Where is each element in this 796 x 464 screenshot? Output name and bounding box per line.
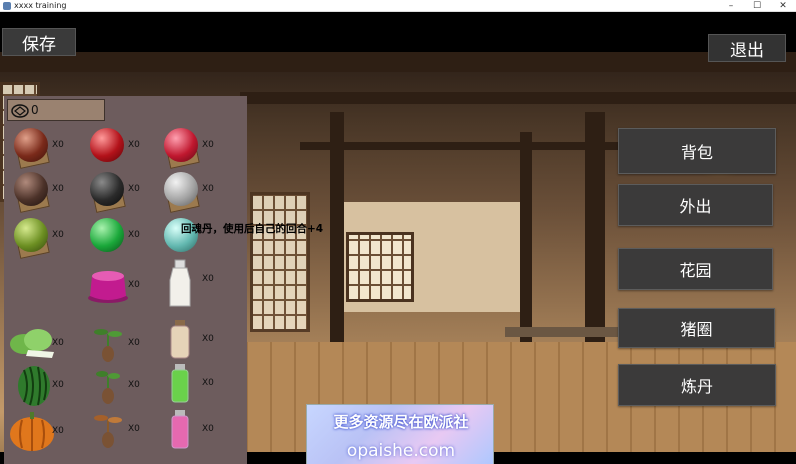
item-quantity: X0 [128,338,140,348]
pink-potion-icon [158,408,200,450]
window-controls: – ☐ ✕ [718,0,796,12]
red-orb-icon [84,124,126,166]
item-quantity: X0 [202,424,214,434]
cream-bottle-icon [158,318,200,360]
item-tooltip: 回魂丹，使用后自己的回合+4 [181,223,324,235]
money-display: 0 [7,99,105,121]
maximize-button[interactable]: ☐ [744,0,770,12]
sprout-icon [84,408,126,450]
seedling-icon [84,364,126,406]
save-button[interactable]: 保存 [2,28,76,56]
item-quantity: X0 [52,426,64,436]
item-quantity: X0 [128,184,140,194]
inventory-slot[interactable]: X0 [82,406,154,450]
inventory-slot[interactable]: X0 [156,256,228,307]
inventory-slot[interactable]: X0 [82,212,154,256]
inventory-panel: 0 X0 X0 X0 X0 X0 X0 X0 X0 X0 X0 X0 X0 X0… [4,96,247,464]
item-quantity: X0 [202,274,214,284]
item-quantity: X0 [128,424,140,434]
inventory-slot[interactable]: X0 [82,122,154,166]
alchemy-button[interactable]: 炼丹 [618,364,776,406]
inventory-slot[interactable]: X0 [6,122,78,169]
grey-orb-icon [158,168,200,213]
green-orb-icon [84,214,126,256]
bok-choy-icon [8,322,54,364]
watermark-banner: 更多资源尽在欧派社 opaishe.com [306,404,494,464]
inventory-slot[interactable]: X0 [82,166,154,213]
green-potion-icon [158,362,200,404]
shoji-window [346,232,414,302]
inventory-slot[interactable]: X0 [6,362,78,406]
ceiling-beam [300,142,620,150]
shoji-door [250,192,310,332]
close-button[interactable]: ✕ [770,0,796,12]
red-brown-orb-icon [8,124,50,169]
inventory-slot[interactable]: X0 [82,362,154,406]
watermelon-icon [8,364,50,406]
seedling-icon [84,322,126,364]
garden-button[interactable]: 花园 [618,248,773,290]
inventory-slot[interactable]: X0 [6,212,78,259]
item-quantity: X0 [202,334,214,344]
inventory-slot[interactable]: X0 [156,122,228,169]
olive-orb-icon [8,214,50,259]
inventory-slot[interactable]: X0 [6,320,78,364]
item-quantity: X0 [202,184,214,194]
item-quantity: X0 [52,184,64,194]
black-orb-icon [84,168,126,213]
item-quantity: X0 [202,140,214,150]
window-title: xxxx training [14,1,67,10]
item-quantity: X0 [52,338,64,348]
item-quantity: X0 [52,140,64,150]
minimize-button[interactable]: – [718,0,744,12]
coin-icon [11,103,29,118]
low-table [505,327,625,337]
item-quantity: X0 [202,378,214,388]
item-quantity: X0 [128,230,140,240]
jelly-icon [84,264,128,306]
money-value: 0 [31,103,39,117]
pumpkin-icon [8,410,54,452]
item-quantity: X0 [52,380,64,390]
dark-brown-orb-icon [8,168,50,213]
ceiling-beam [0,52,796,72]
app-icon [3,2,11,10]
inventory-slot[interactable]: X0 [156,406,228,450]
pillar [330,112,344,372]
bag-button[interactable]: 背包 [618,128,776,174]
go-out-button[interactable]: 外出 [618,184,773,226]
inventory-slot[interactable]: X0 [6,166,78,213]
inventory-slot[interactable]: X0 [156,316,228,360]
crimson-orb-icon [158,124,200,169]
banner-line2: opaishe.com [346,441,456,461]
banner-line1: 更多资源尽在欧派社 [333,413,469,431]
game-viewport: 保存 退出 0 X0 X0 X0 X0 X0 X0 X0 X0 X0 X0 X0… [0,12,796,464]
inventory-slot[interactable]: X0 [6,408,78,452]
inventory-slot[interactable]: X0 [82,262,154,306]
inventory-slot[interactable]: X0 [156,360,228,404]
milk-bottle-icon [158,258,200,307]
inventory-slot[interactable]: X0 [156,166,228,213]
item-quantity: X0 [52,230,64,240]
window-titlebar: xxxx training – ☐ ✕ [0,0,796,12]
inventory-slot[interactable]: X0 [82,320,154,364]
exit-button[interactable]: 退出 [708,34,786,62]
item-quantity: X0 [128,140,140,150]
item-quantity: X0 [128,380,140,390]
ceiling-beam [240,92,796,104]
item-quantity: X0 [128,280,140,290]
pigpen-button[interactable]: 猪圈 [618,308,775,348]
